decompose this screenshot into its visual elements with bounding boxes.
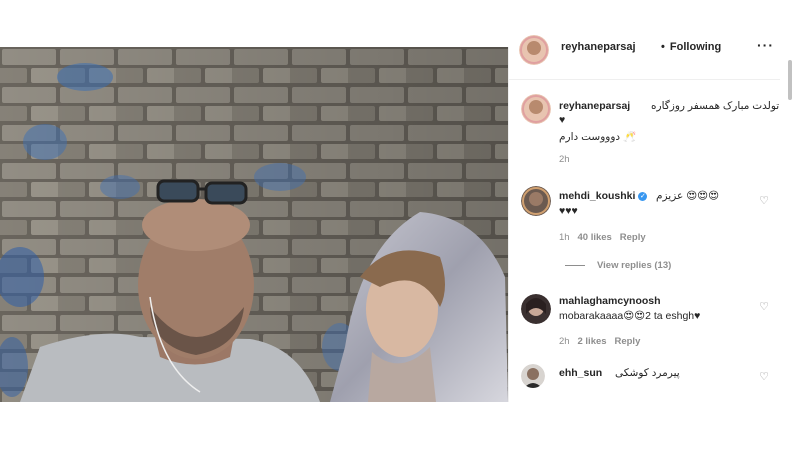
reply-button[interactable]: Reply xyxy=(620,232,646,243)
commenter-avatar[interactable] xyxy=(521,364,545,388)
scrollbar-thumb[interactable] xyxy=(788,60,792,100)
ellipsis-icon[interactable]: ··· xyxy=(757,37,774,53)
commenter-username-text: mehdi_koushki xyxy=(559,190,636,202)
author-avatar[interactable] xyxy=(519,35,549,65)
commenter-avatar[interactable] xyxy=(521,186,551,216)
caption-heart: ♥ xyxy=(559,114,566,126)
commenter-username[interactable]: mahlaghamcynoosh xyxy=(559,295,661,307)
replies-divider xyxy=(565,264,585,266)
comment-meta: 1h 40 likes Reply xyxy=(559,232,646,243)
heart-outline-icon[interactable]: ♡ xyxy=(759,370,769,383)
instagram-post: reyhaneparsaj • Following ··· reyhanepar… xyxy=(0,35,781,402)
comment-hearts: ♥♥♥ xyxy=(559,205,578,217)
heart-outline-icon[interactable]: ♡ xyxy=(759,300,769,313)
following-label: Following xyxy=(669,41,722,53)
separator-dot: • xyxy=(661,41,665,53)
caption-text-line3: دوووست دارم 🥂 xyxy=(559,131,637,143)
comment-text: پیرمرد کوشکی xyxy=(615,367,680,379)
view-replies-button[interactable]: View replies (13) xyxy=(565,260,671,271)
caption-username[interactable]: reyhaneparsaj xyxy=(559,100,630,112)
caption-avatar[interactable] xyxy=(521,94,551,124)
author-username[interactable]: reyhaneparsaj xyxy=(561,41,636,53)
follow-status[interactable]: • Following xyxy=(659,41,721,53)
reply-button[interactable]: Reply xyxy=(614,336,640,347)
post-header: reyhaneparsaj • Following ··· xyxy=(509,35,780,80)
post-photo[interactable] xyxy=(0,47,508,402)
commenter-username[interactable]: mehdi_koushki ✓ xyxy=(559,190,648,202)
comments-list[interactable]: reyhaneparsaj تولدت مبارک همسفر روزگاره … xyxy=(509,80,781,402)
view-replies-label: View replies (13) xyxy=(597,260,672,271)
caption-text-line1: تولدت مبارک همسفر روزگاره xyxy=(651,100,780,112)
comment-text: mobarakaaaa😍😍2 ta eshgh♥ xyxy=(559,310,701,322)
comment-text: عزیزم 😍😍😍 xyxy=(656,190,720,202)
comments-panel: reyhaneparsaj • Following ··· reyhanepar… xyxy=(508,35,781,402)
comment-meta: 2h 2 likes Reply xyxy=(559,336,640,347)
comment-time: 1h xyxy=(559,232,570,243)
post-photo-image xyxy=(0,47,508,402)
heart-outline-icon[interactable]: ♡ xyxy=(759,194,769,207)
comment-time: 2h xyxy=(559,336,570,347)
page-scrollbar[interactable] xyxy=(788,60,793,390)
caption-time: 2h xyxy=(559,154,570,165)
comment-likes[interactable]: 2 likes xyxy=(578,336,607,347)
commenter-username[interactable]: ehh_sun xyxy=(559,367,602,379)
comment-likes[interactable]: 40 likes xyxy=(578,232,612,243)
verified-icon: ✓ xyxy=(638,191,648,201)
commenter-avatar[interactable] xyxy=(521,294,551,324)
